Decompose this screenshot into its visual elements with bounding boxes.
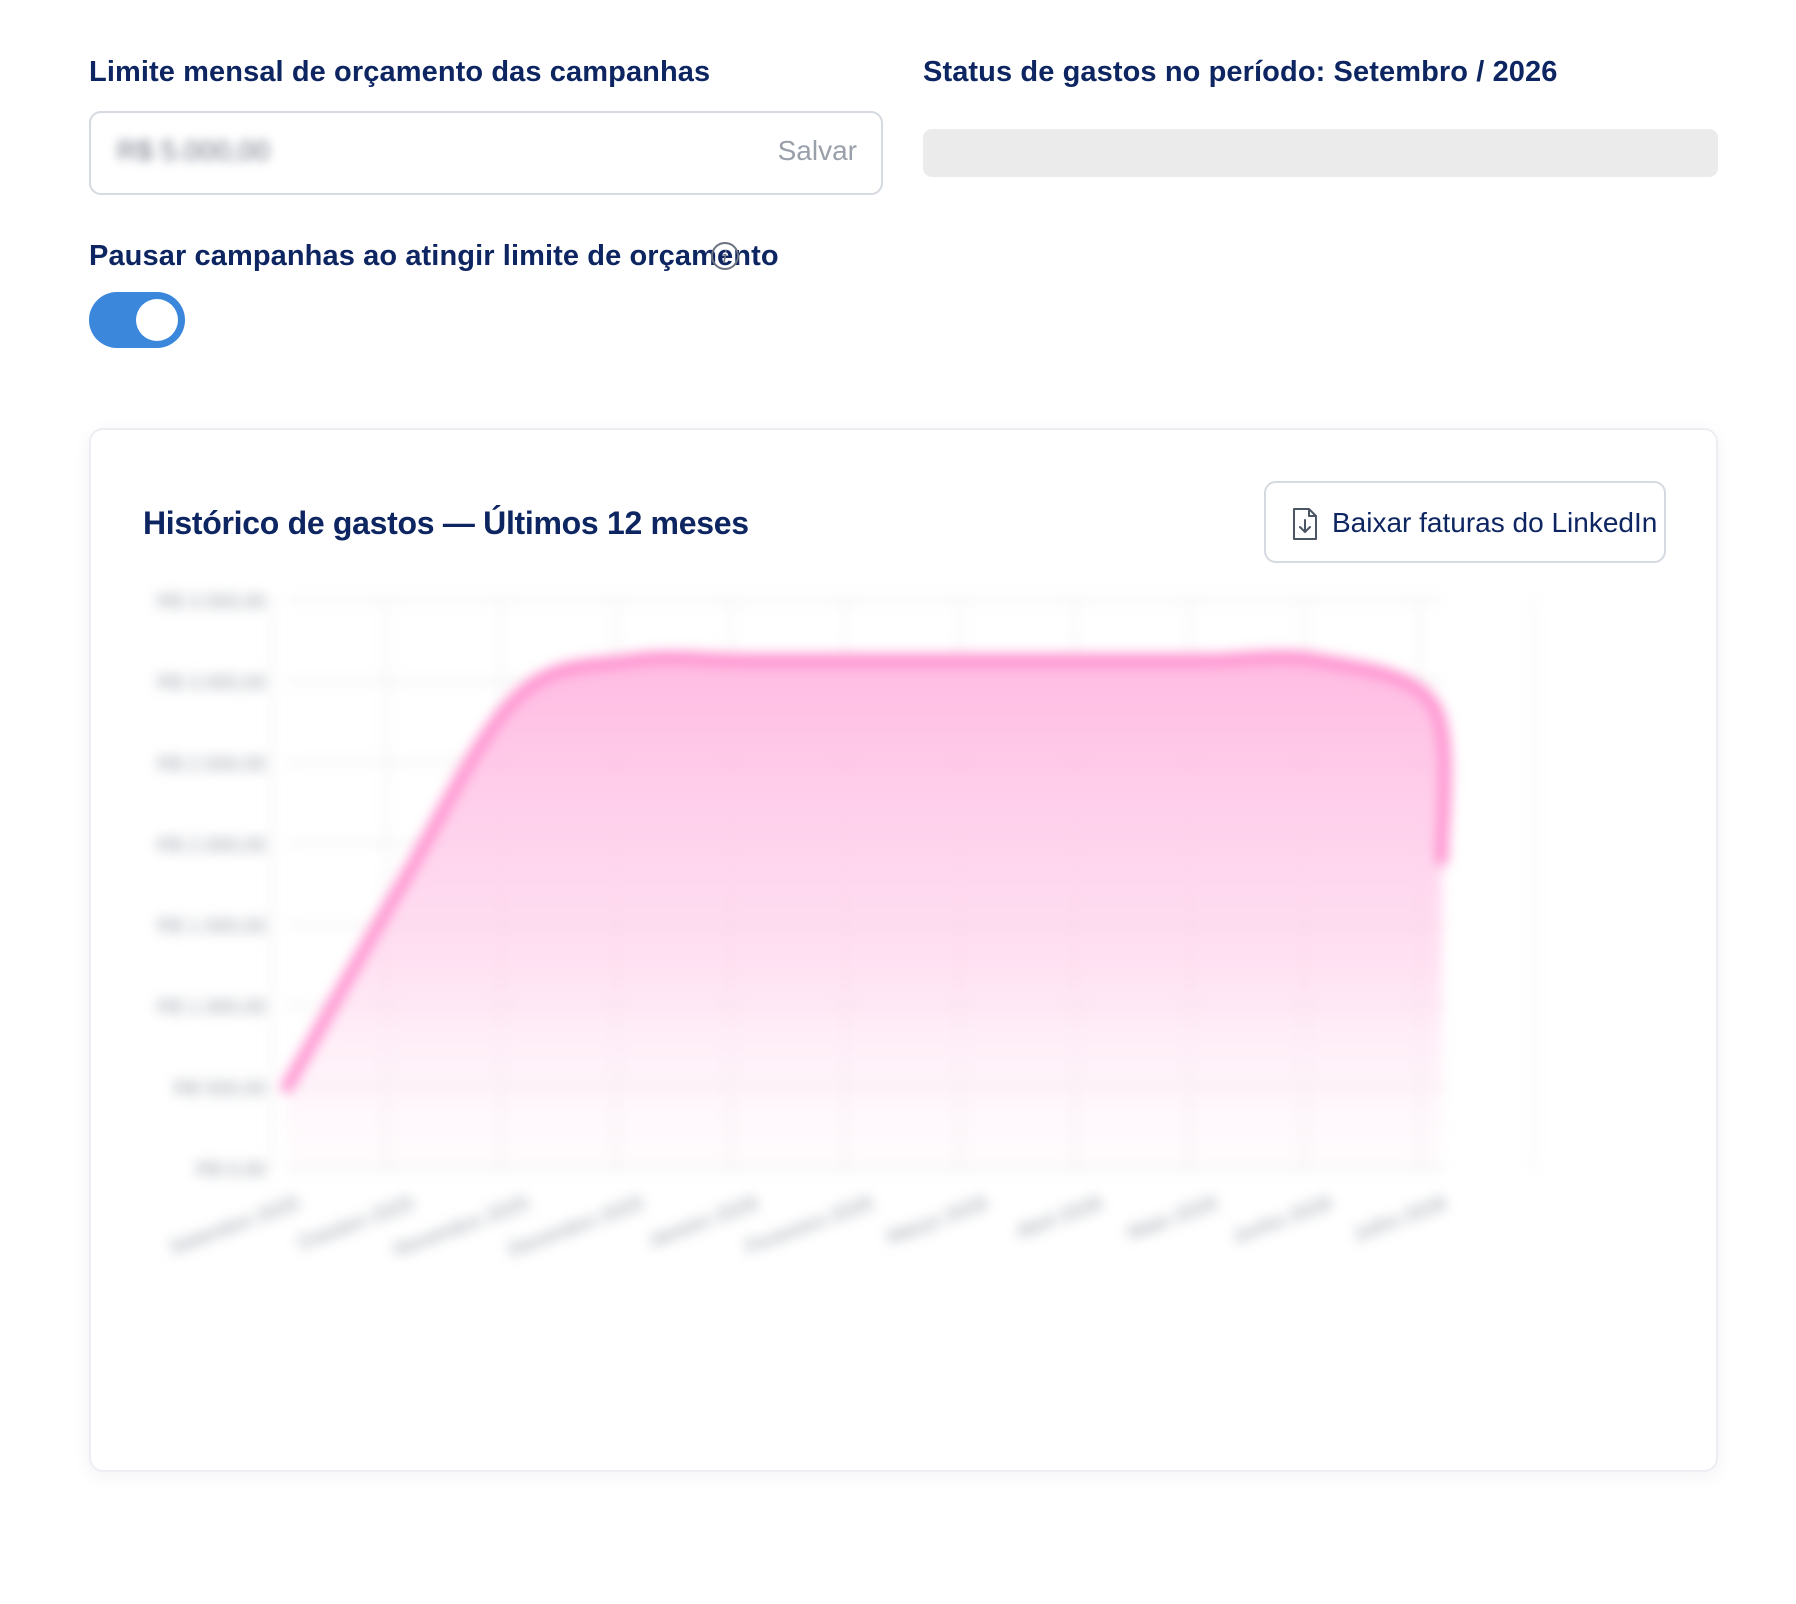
y-tick-label: R$ 2.500,00 (157, 753, 266, 775)
budget-limit-label: Limite mensal de orçamento das campanhas (89, 56, 711, 88)
budget-settings-page: Limite mensal de orçamento das campanhas… (0, 0, 1796, 1604)
chart-y-axis: R$ 0,00 R$ 500,00 R$ 1.000,00 R$ 1.500,00 R$… (157, 591, 266, 1181)
svg-text:i: i (722, 247, 728, 268)
spend-history-card: Histórico de gastos — Últimos 12 meses B… (89, 428, 1718, 1472)
x-tick-label: Setembro 2025 (167, 1192, 303, 1259)
x-tick-label: Março 2026 (884, 1192, 991, 1249)
spend-status-label: Status de gastos no período: Setembro / … (923, 56, 1558, 88)
y-tick-label: R$ 3.000,00 (157, 672, 266, 694)
y-tick-label: R$ 3.500,00 (157, 591, 266, 613)
spend-history-chart: R$ 0,00 R$ 500,00 R$ 1.000,00 R$ 1.500,00 R$… (157, 591, 1535, 1261)
x-tick-label: Junho 2026 (1229, 1192, 1335, 1248)
save-button[interactable]: Salvar (778, 135, 857, 167)
x-tick-label: Fevereiro 2026 (742, 1192, 876, 1259)
x-tick-label: Abril 2026 (1013, 1192, 1105, 1243)
y-tick-label: R$ 500,00 (174, 1078, 266, 1100)
chart-series (281, 650, 1452, 1168)
toggle-knob (136, 299, 178, 341)
chart-x-axis: Setembro 2025Outubro 2025Novembro 2025De… (167, 1192, 1450, 1261)
y-tick-label: R$ 0,00 (196, 1159, 266, 1181)
budget-limit-value[interactable]: R$ 5.000,00 (117, 135, 270, 167)
budget-limit-input[interactable]: R$ 5.000,00 Salvar (89, 111, 883, 195)
pause-campaigns-label: Pausar campanhas ao atingir limite de or… (89, 240, 779, 272)
y-tick-label: R$ 1.500,00 (157, 916, 266, 938)
y-tick-label: R$ 1.000,00 (157, 997, 266, 1019)
spend-area (287, 656, 1446, 1168)
y-tick-label: R$ 2.000,00 (157, 834, 266, 856)
info-icon[interactable]: i (710, 241, 740, 271)
x-tick-label: Julho 2026 (1350, 1192, 1449, 1246)
spend-progress-bar (923, 129, 1718, 177)
pause-campaigns-toggle[interactable] (89, 292, 185, 348)
x-tick-label: Maio 2026 (1125, 1192, 1220, 1245)
